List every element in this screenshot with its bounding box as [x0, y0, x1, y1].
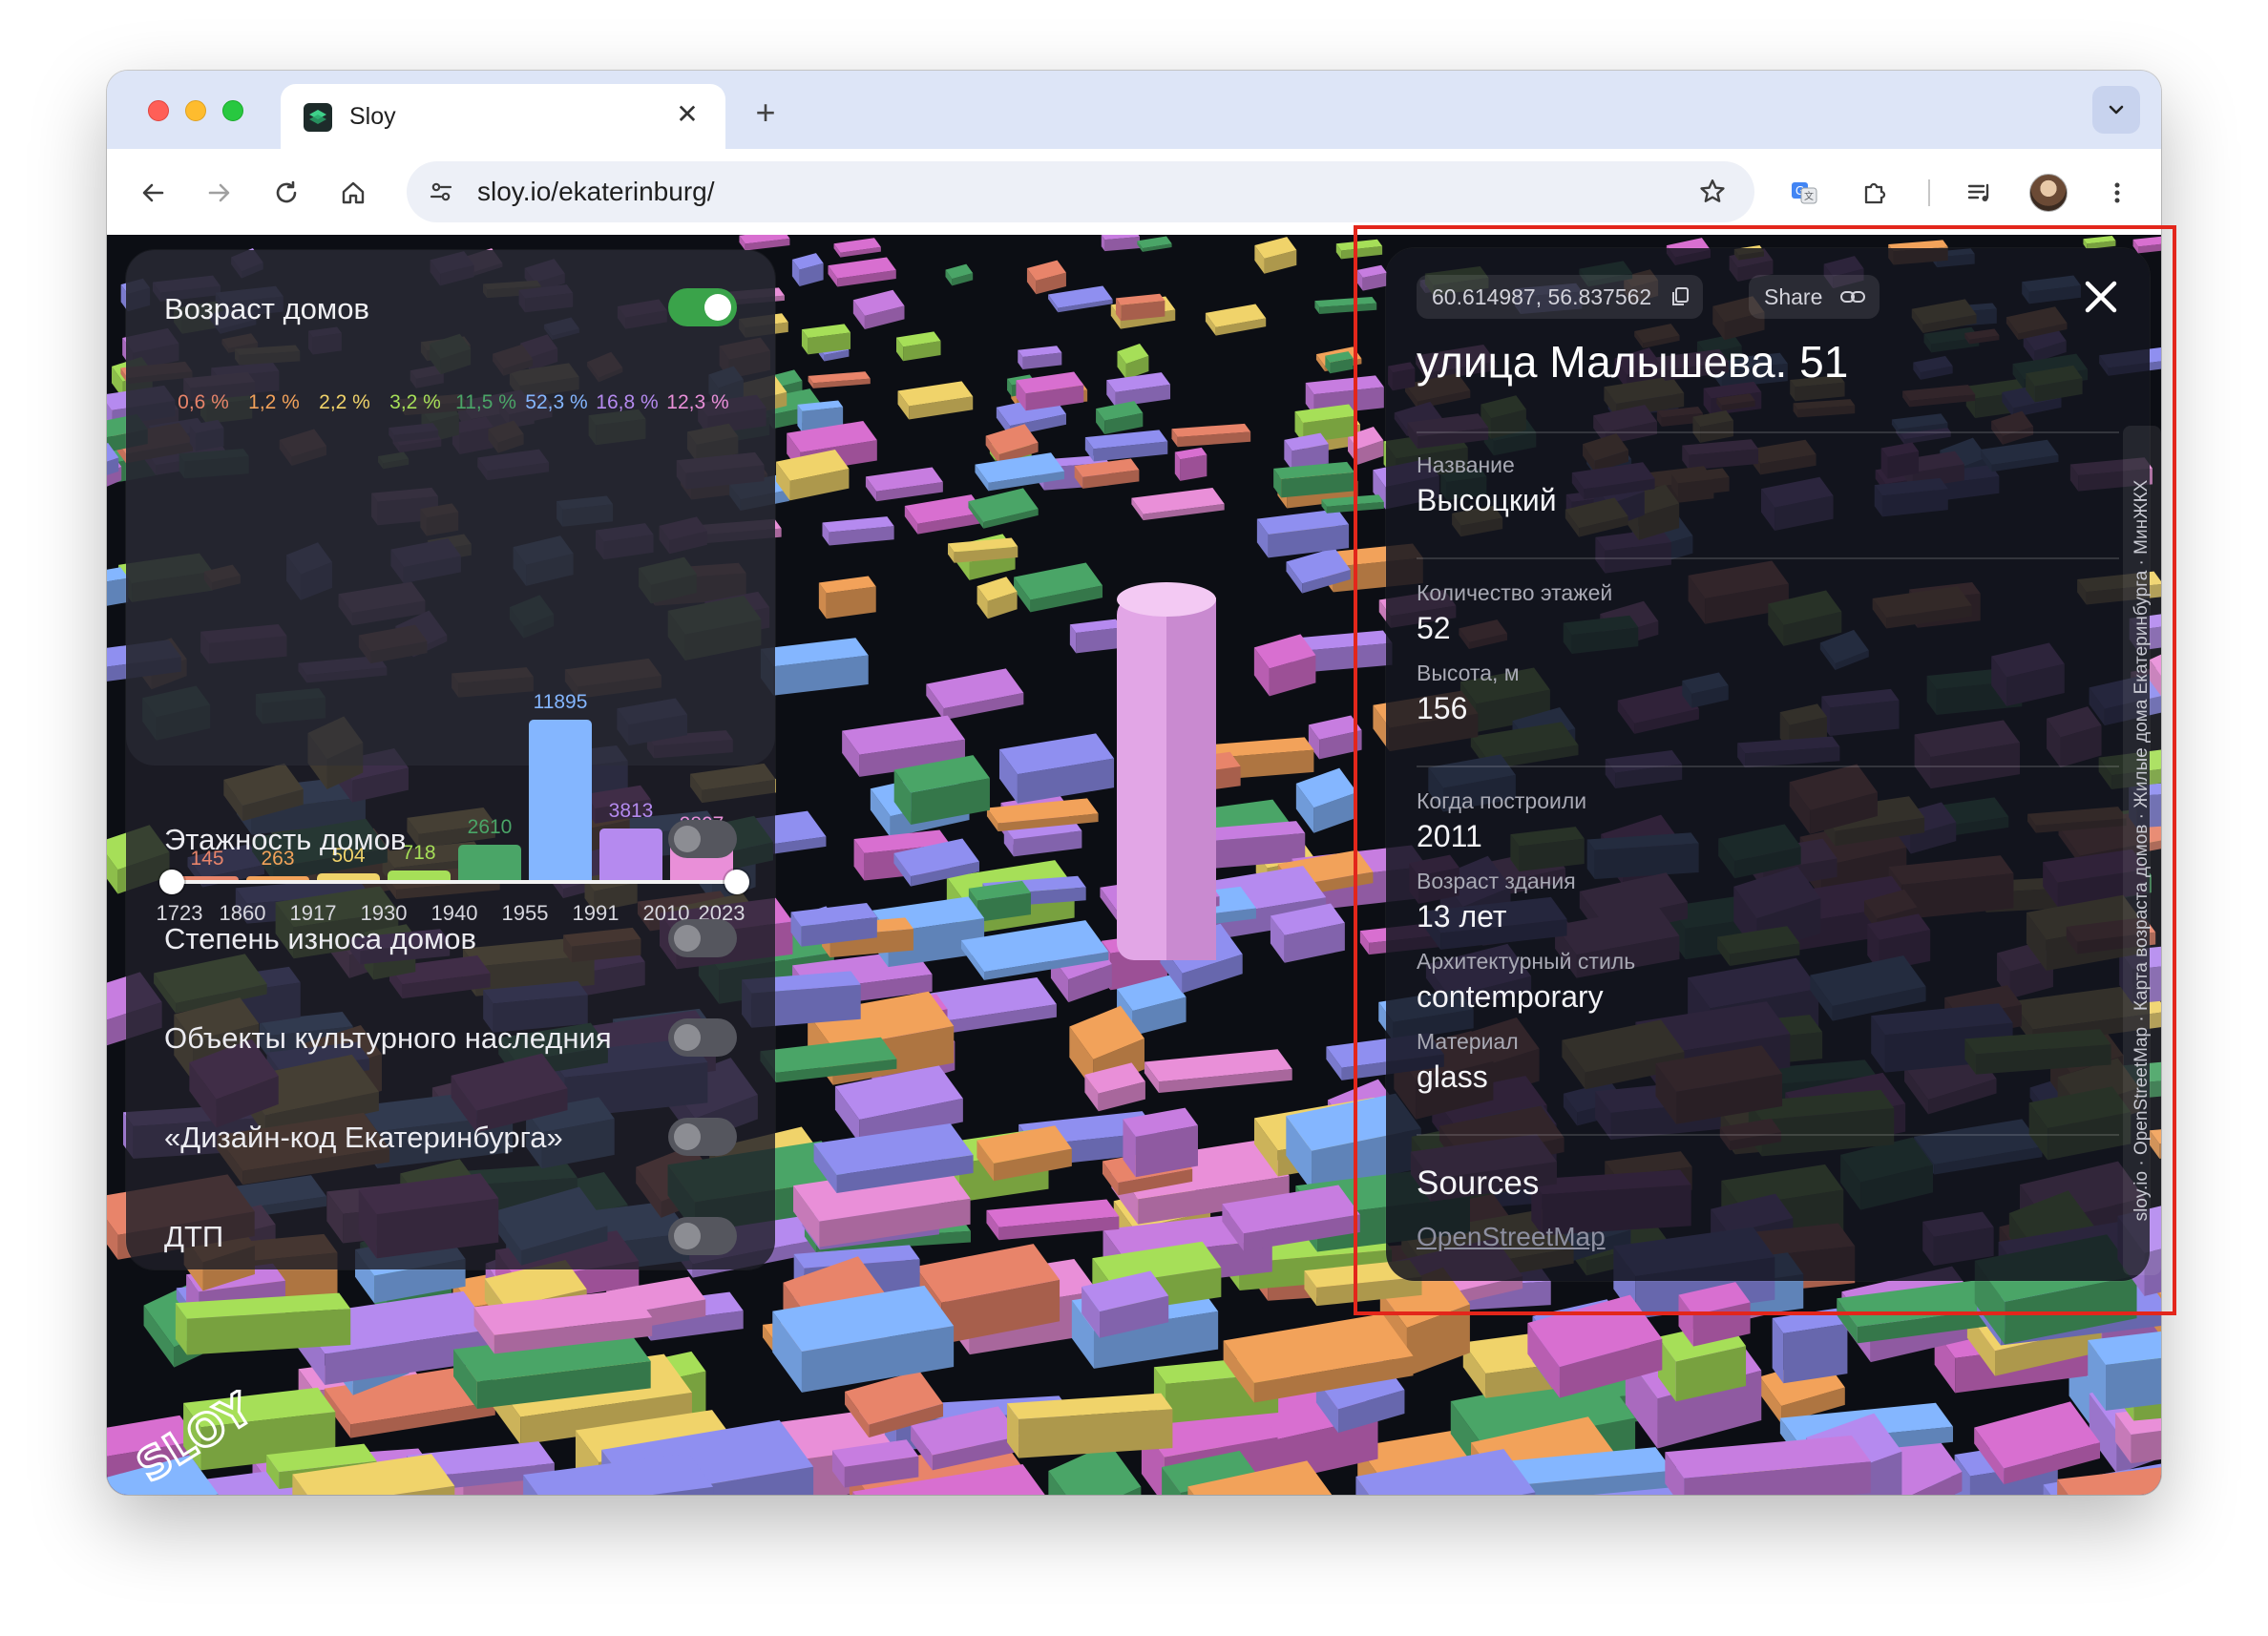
- layer-row-wear[interactable]: Степень износа домов: [164, 914, 737, 962]
- profile-avatar[interactable]: [2029, 174, 2068, 212]
- layer-label-heritage: Объекты культурного наследния: [164, 1021, 612, 1055]
- layer-row-floors[interactable]: Этажность домов: [164, 815, 737, 863]
- translate-extension-button[interactable]: G文: [1783, 172, 1825, 214]
- layer-row-accidents[interactable]: ДТП: [164, 1212, 737, 1260]
- histogram-percent-label: 1,2 %: [248, 391, 300, 413]
- close-window-button[interactable]: [148, 100, 169, 121]
- google-translate-icon: G文: [1792, 182, 1817, 204]
- layer-label-accidents: ДТП: [164, 1220, 224, 1253]
- tab-sloy[interactable]: Sloy ✕: [281, 84, 725, 151]
- new-tab-button[interactable]: +: [745, 92, 787, 134]
- histogram-percent-label: 0,6 %: [178, 391, 229, 413]
- map-building: [1772, 1308, 1848, 1384]
- home-icon: [342, 181, 365, 204]
- map-building: [801, 324, 851, 355]
- map-building: [175, 1292, 351, 1355]
- arrow-right-icon: [208, 183, 230, 202]
- map-building: [818, 576, 876, 619]
- bookmark-star-icon[interactable]: [1693, 173, 1732, 211]
- address-bar[interactable]: sloy.io/ekaterinburg/: [407, 161, 1754, 222]
- map-building: [1115, 293, 1166, 322]
- site-settings-icon[interactable]: [422, 173, 460, 211]
- histogram-percent-label: 52,3 %: [525, 391, 588, 413]
- histogram-percent-label: 16,8 %: [596, 391, 659, 413]
- layer-card-building-age: Возраст домов 0,6 % 1,2 % 2,2 % 3,2 % 11,5 %…: [126, 250, 775, 925]
- url-text: sloy.io/ekaterinburg/: [477, 177, 715, 206]
- sloy-favicon-icon: [304, 103, 332, 132]
- svg-text:文: 文: [1804, 190, 1814, 202]
- arrow-left-icon: [142, 183, 164, 202]
- layer-row-heritage[interactable]: Объекты культурного наследния: [164, 1014, 737, 1061]
- histogram-bar[interactable]: [388, 870, 451, 880]
- map-building: [1203, 821, 1306, 869]
- selected-building-tower: [1117, 582, 1216, 960]
- tab-close-icon[interactable]: ✕: [670, 97, 704, 132]
- histogram-percent-label: 12,3 %: [666, 391, 729, 413]
- histogram-bar[interactable]: [317, 873, 380, 880]
- maximize-window-button[interactable]: [222, 100, 243, 121]
- highlight-annotation-box: [1354, 225, 2176, 1315]
- layers-panel: Возраст домов 0,6 % 1,2 % 2,2 % 3,2 % 11,5 %…: [126, 250, 775, 1269]
- histogram-percent-label: 3,2 %: [389, 391, 441, 413]
- map-building: [1069, 619, 1123, 654]
- map-building: [1123, 1107, 1198, 1178]
- percentage-row: 0,6 % 1,2 % 2,2 % 3,2 % 11,5 % 52,3 % 16,8 % 12…: [172, 391, 745, 420]
- tab-strip: Sloy ✕ +: [107, 71, 2161, 151]
- tab-search-button[interactable]: [2092, 86, 2140, 134]
- toggle-wear[interactable]: [668, 919, 737, 957]
- toggle-heritage[interactable]: [668, 1018, 737, 1057]
- layer-title-building-age: Возраст домов: [164, 292, 369, 325]
- tab-title: Sloy: [349, 103, 396, 130]
- layer-label-wear: Степень износа домов: [164, 922, 476, 955]
- layer-label-design-code: «Дизайн-код Екатеринбурга»: [164, 1121, 563, 1154]
- year-range-start-handle[interactable]: [159, 870, 184, 894]
- reload-icon: [276, 180, 297, 203]
- playlist-icon: [1967, 183, 1989, 201]
- extensions-button[interactable]: [1854, 172, 1896, 214]
- minimize-window-button[interactable]: [185, 100, 206, 121]
- sloy-logo-text: SLOY: [128, 1390, 258, 1485]
- reload-button[interactable]: [265, 172, 307, 214]
- map-building: [1174, 447, 1208, 481]
- toggle-accidents[interactable]: [668, 1217, 737, 1255]
- year-range-end-handle[interactable]: [724, 870, 749, 894]
- year-range-track[interactable]: [172, 880, 737, 884]
- map-building: [1006, 1393, 1173, 1458]
- histogram-percent-label: 2,2 %: [319, 391, 370, 413]
- layer-row-design-code[interactable]: «Дизайн-код Екатеринбурга»: [164, 1113, 737, 1161]
- toggle-building-age[interactable]: [668, 288, 737, 326]
- more-vertical-icon: [2114, 182, 2120, 203]
- media-controls-button[interactable]: [1959, 172, 2001, 214]
- layer-label-floors: Этажность домов: [164, 823, 407, 856]
- sloy-logo[interactable]: SLOY: [115, 1390, 258, 1485]
- chevron-down-icon: [2109, 105, 2124, 115]
- histogram-bar-value: 11895: [533, 691, 588, 713]
- toggle-floors[interactable]: [668, 820, 737, 858]
- browser-toolbar: sloy.io/ekaterinburg/ G文: [107, 149, 2161, 235]
- building-age-histogram: 1452635047182610118953813280717231860191…: [126, 422, 775, 925]
- histogram-percent-label: 11,5 %: [455, 391, 516, 413]
- forward-button[interactable]: [199, 172, 241, 214]
- toolbar-separator: [1928, 179, 1930, 206]
- browser-menu-button[interactable]: [2096, 172, 2138, 214]
- home-button[interactable]: [332, 172, 374, 214]
- back-button[interactable]: [132, 172, 174, 214]
- puzzle-icon: [1864, 182, 1886, 204]
- toggle-design-code[interactable]: [668, 1118, 737, 1156]
